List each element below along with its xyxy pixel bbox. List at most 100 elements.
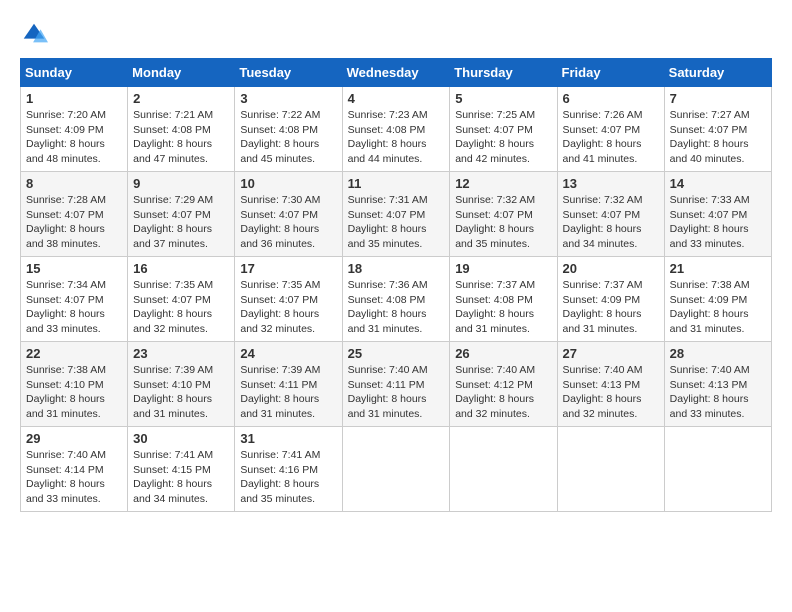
col-thursday: Thursday xyxy=(450,59,557,87)
calendar-cell: 26 Sunrise: 7:40 AMSunset: 4:12 PMDaylig… xyxy=(450,342,557,427)
day-info: Sunrise: 7:40 AMSunset: 4:13 PMDaylight:… xyxy=(563,364,643,420)
calendar-cell: 5 Sunrise: 7:25 AMSunset: 4:07 PMDayligh… xyxy=(450,87,557,172)
day-info: Sunrise: 7:20 AMSunset: 4:09 PMDaylight:… xyxy=(26,109,106,165)
day-number: 20 xyxy=(563,261,659,276)
day-number: 22 xyxy=(26,346,122,361)
page-header xyxy=(20,20,772,48)
logo xyxy=(20,20,52,48)
day-number: 1 xyxy=(26,91,122,106)
col-wednesday: Wednesday xyxy=(342,59,450,87)
day-number: 11 xyxy=(348,176,445,191)
day-info: Sunrise: 7:40 AMSunset: 4:12 PMDaylight:… xyxy=(455,364,535,420)
day-number: 27 xyxy=(563,346,659,361)
calendar-cell: 16 Sunrise: 7:35 AMSunset: 4:07 PMDaylig… xyxy=(128,257,235,342)
day-number: 28 xyxy=(670,346,766,361)
calendar-body: 1 Sunrise: 7:20 AMSunset: 4:09 PMDayligh… xyxy=(21,87,772,512)
calendar-cell: 17 Sunrise: 7:35 AMSunset: 4:07 PMDaylig… xyxy=(235,257,342,342)
day-number: 23 xyxy=(133,346,229,361)
calendar-cell: 29 Sunrise: 7:40 AMSunset: 4:14 PMDaylig… xyxy=(21,427,128,512)
calendar-cell: 2 Sunrise: 7:21 AMSunset: 4:08 PMDayligh… xyxy=(128,87,235,172)
day-number: 24 xyxy=(240,346,336,361)
day-info: Sunrise: 7:29 AMSunset: 4:07 PMDaylight:… xyxy=(133,194,213,250)
calendar-cell: 3 Sunrise: 7:22 AMSunset: 4:08 PMDayligh… xyxy=(235,87,342,172)
day-info: Sunrise: 7:39 AMSunset: 4:10 PMDaylight:… xyxy=(133,364,213,420)
calendar-cell: 6 Sunrise: 7:26 AMSunset: 4:07 PMDayligh… xyxy=(557,87,664,172)
calendar-cell: 14 Sunrise: 7:33 AMSunset: 4:07 PMDaylig… xyxy=(664,172,771,257)
day-number: 7 xyxy=(670,91,766,106)
day-number: 31 xyxy=(240,431,336,446)
day-number: 13 xyxy=(563,176,659,191)
calendar-cell: 25 Sunrise: 7:40 AMSunset: 4:11 PMDaylig… xyxy=(342,342,450,427)
day-info: Sunrise: 7:36 AMSunset: 4:08 PMDaylight:… xyxy=(348,279,428,335)
calendar-cell: 1 Sunrise: 7:20 AMSunset: 4:09 PMDayligh… xyxy=(21,87,128,172)
calendar-cell: 12 Sunrise: 7:32 AMSunset: 4:07 PMDaylig… xyxy=(450,172,557,257)
day-number: 15 xyxy=(26,261,122,276)
day-number: 2 xyxy=(133,91,229,106)
calendar-header-row: Sunday Monday Tuesday Wednesday Thursday… xyxy=(21,59,772,87)
day-info: Sunrise: 7:40 AMSunset: 4:13 PMDaylight:… xyxy=(670,364,750,420)
calendar-week-row: 22 Sunrise: 7:38 AMSunset: 4:10 PMDaylig… xyxy=(21,342,772,427)
day-info: Sunrise: 7:35 AMSunset: 4:07 PMDaylight:… xyxy=(133,279,213,335)
day-number: 5 xyxy=(455,91,551,106)
day-info: Sunrise: 7:41 AMSunset: 4:16 PMDaylight:… xyxy=(240,449,320,505)
day-number: 16 xyxy=(133,261,229,276)
calendar-cell: 30 Sunrise: 7:41 AMSunset: 4:15 PMDaylig… xyxy=(128,427,235,512)
day-info: Sunrise: 7:22 AMSunset: 4:08 PMDaylight:… xyxy=(240,109,320,165)
day-number: 12 xyxy=(455,176,551,191)
calendar-cell: 31 Sunrise: 7:41 AMSunset: 4:16 PMDaylig… xyxy=(235,427,342,512)
day-info: Sunrise: 7:26 AMSunset: 4:07 PMDaylight:… xyxy=(563,109,643,165)
day-info: Sunrise: 7:31 AMSunset: 4:07 PMDaylight:… xyxy=(348,194,428,250)
day-info: Sunrise: 7:30 AMSunset: 4:07 PMDaylight:… xyxy=(240,194,320,250)
calendar-cell: 4 Sunrise: 7:23 AMSunset: 4:08 PMDayligh… xyxy=(342,87,450,172)
day-info: Sunrise: 7:33 AMSunset: 4:07 PMDaylight:… xyxy=(670,194,750,250)
day-info: Sunrise: 7:32 AMSunset: 4:07 PMDaylight:… xyxy=(563,194,643,250)
day-info: Sunrise: 7:34 AMSunset: 4:07 PMDaylight:… xyxy=(26,279,106,335)
col-monday: Monday xyxy=(128,59,235,87)
calendar-week-row: 29 Sunrise: 7:40 AMSunset: 4:14 PMDaylig… xyxy=(21,427,772,512)
day-info: Sunrise: 7:40 AMSunset: 4:14 PMDaylight:… xyxy=(26,449,106,505)
calendar-week-row: 15 Sunrise: 7:34 AMSunset: 4:07 PMDaylig… xyxy=(21,257,772,342)
calendar-cell: 11 Sunrise: 7:31 AMSunset: 4:07 PMDaylig… xyxy=(342,172,450,257)
day-info: Sunrise: 7:41 AMSunset: 4:15 PMDaylight:… xyxy=(133,449,213,505)
day-info: Sunrise: 7:21 AMSunset: 4:08 PMDaylight:… xyxy=(133,109,213,165)
day-number: 8 xyxy=(26,176,122,191)
calendar-cell: 27 Sunrise: 7:40 AMSunset: 4:13 PMDaylig… xyxy=(557,342,664,427)
calendar-table: Sunday Monday Tuesday Wednesday Thursday… xyxy=(20,58,772,512)
day-number: 14 xyxy=(670,176,766,191)
day-number: 25 xyxy=(348,346,445,361)
calendar-cell: 18 Sunrise: 7:36 AMSunset: 4:08 PMDaylig… xyxy=(342,257,450,342)
day-number: 26 xyxy=(455,346,551,361)
col-friday: Friday xyxy=(557,59,664,87)
day-info: Sunrise: 7:38 AMSunset: 4:10 PMDaylight:… xyxy=(26,364,106,420)
calendar-cell: 7 Sunrise: 7:27 AMSunset: 4:07 PMDayligh… xyxy=(664,87,771,172)
calendar-cell xyxy=(450,427,557,512)
day-info: Sunrise: 7:38 AMSunset: 4:09 PMDaylight:… xyxy=(670,279,750,335)
day-number: 10 xyxy=(240,176,336,191)
day-info: Sunrise: 7:37 AMSunset: 4:08 PMDaylight:… xyxy=(455,279,535,335)
calendar-cell xyxy=(557,427,664,512)
calendar-cell: 9 Sunrise: 7:29 AMSunset: 4:07 PMDayligh… xyxy=(128,172,235,257)
calendar-cell xyxy=(342,427,450,512)
calendar-cell: 22 Sunrise: 7:38 AMSunset: 4:10 PMDaylig… xyxy=(21,342,128,427)
calendar-cell: 24 Sunrise: 7:39 AMSunset: 4:11 PMDaylig… xyxy=(235,342,342,427)
day-info: Sunrise: 7:37 AMSunset: 4:09 PMDaylight:… xyxy=(563,279,643,335)
day-info: Sunrise: 7:40 AMSunset: 4:11 PMDaylight:… xyxy=(348,364,428,420)
calendar-cell: 23 Sunrise: 7:39 AMSunset: 4:10 PMDaylig… xyxy=(128,342,235,427)
calendar-cell xyxy=(664,427,771,512)
day-info: Sunrise: 7:23 AMSunset: 4:08 PMDaylight:… xyxy=(348,109,428,165)
calendar-cell: 19 Sunrise: 7:37 AMSunset: 4:08 PMDaylig… xyxy=(450,257,557,342)
day-info: Sunrise: 7:28 AMSunset: 4:07 PMDaylight:… xyxy=(26,194,106,250)
calendar-cell: 13 Sunrise: 7:32 AMSunset: 4:07 PMDaylig… xyxy=(557,172,664,257)
calendar-cell: 28 Sunrise: 7:40 AMSunset: 4:13 PMDaylig… xyxy=(664,342,771,427)
day-number: 30 xyxy=(133,431,229,446)
day-info: Sunrise: 7:39 AMSunset: 4:11 PMDaylight:… xyxy=(240,364,320,420)
day-number: 6 xyxy=(563,91,659,106)
day-number: 9 xyxy=(133,176,229,191)
logo-icon xyxy=(20,20,48,48)
day-number: 21 xyxy=(670,261,766,276)
calendar-cell: 20 Sunrise: 7:37 AMSunset: 4:09 PMDaylig… xyxy=(557,257,664,342)
day-info: Sunrise: 7:25 AMSunset: 4:07 PMDaylight:… xyxy=(455,109,535,165)
day-number: 4 xyxy=(348,91,445,106)
day-info: Sunrise: 7:27 AMSunset: 4:07 PMDaylight:… xyxy=(670,109,750,165)
calendar-cell: 10 Sunrise: 7:30 AMSunset: 4:07 PMDaylig… xyxy=(235,172,342,257)
